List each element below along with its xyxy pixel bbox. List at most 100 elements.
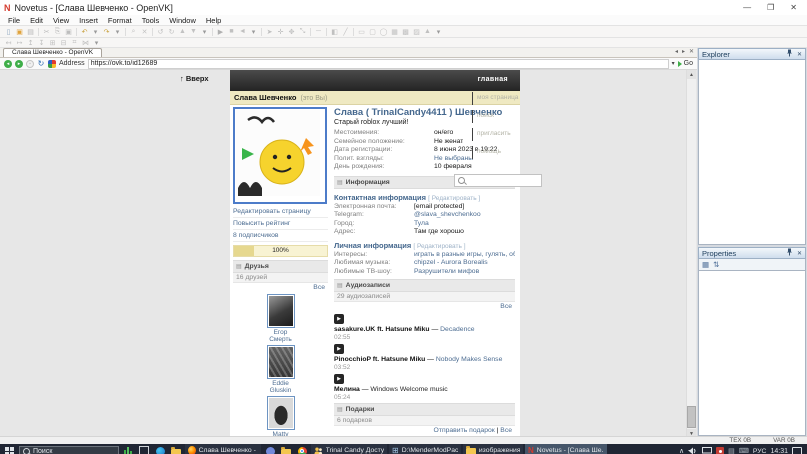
go-button[interactable]: Go [678,60,693,67]
toolbar-icon[interactable]: ⋈ [80,38,91,48]
menu-item[interactable]: Window [165,16,200,25]
toolbar-icon[interactable]: ✂ [41,27,52,37]
security-alert-icon[interactable] [716,447,724,454]
toolbar-icon[interactable]: ▤ [25,27,36,37]
folder-icon[interactable] [279,444,293,454]
side-nav-link[interactable]: поиск [472,110,518,123]
friend-name[interactable]: Eddie Gluskin [233,380,328,394]
audio-title[interactable]: sasakure.UK ft. Hatsune Miku — Decadence [334,326,515,333]
toolbar-icon[interactable]: ▦ [389,27,400,37]
audio-title[interactable]: Мелина — Windows Welcome music [334,386,515,393]
forward-icon[interactable]: ▸ [15,60,23,68]
toolbar-icon[interactable]: ✛ [275,27,286,37]
toolbar-icon[interactable] [261,28,262,36]
menu-item[interactable]: Format [104,16,136,25]
task-trinal-candy[interactable]: Trinal Candy Доступ... [311,444,387,454]
toolbar-icon[interactable]: ⤡ [297,27,308,37]
toolbar-icon[interactable]: ▼ [188,27,199,37]
page-scrollbar[interactable]: ▲ ▼ [686,70,696,436]
menu-item[interactable]: Edit [26,16,47,25]
profile-avatar[interactable] [233,107,327,204]
toolbar-icon[interactable]: ▾ [433,27,444,37]
discord-icon[interactable] [263,444,277,454]
home-icon[interactable] [48,60,56,68]
task-mendermodpack[interactable]: ⊞ D:\MenderModPack ... [389,444,461,454]
task-view-icon[interactable] [137,444,151,454]
audios-all-link[interactable]: Все [500,303,512,310]
toolbar-icon[interactable]: ◯ [378,27,389,37]
toolbar-icon[interactable]: ↶ [79,27,90,37]
page-search-box[interactable] [454,174,542,187]
tab-scroll-left-icon[interactable]: ◂ [675,48,678,55]
minimize-button[interactable]: — [743,3,751,12]
clock[interactable]: 14:31 [770,448,788,454]
toolbar-icon[interactable]: ▲ [177,27,188,37]
page-search-input[interactable] [465,175,541,186]
play-icon[interactable]: ▶ [334,314,344,324]
toolbar-icon[interactable]: ↦ [14,38,25,48]
toolbar-icon[interactable]: ↺ [155,27,166,37]
side-nav-link[interactable]: помощь [472,146,518,159]
pin-icon[interactable] [786,49,793,59]
audio-track-link[interactable]: Nobody Makes Sense [436,356,503,363]
menu-item[interactable]: File [4,16,24,25]
panel-close-icon[interactable]: ✕ [797,250,802,257]
close-button[interactable]: ✕ [790,3,797,12]
toolbar-icon[interactable]: ↥ [25,38,36,48]
start-button[interactable] [2,444,17,454]
tab-scroll-right-icon[interactable]: ▸ [682,48,685,55]
scrollbar-thumb[interactable] [687,406,696,428]
edit-page-link[interactable]: Редактировать страницу [233,206,328,218]
toolbar-icon[interactable]: ↷ [101,27,112,37]
explorer-content[interactable] [698,60,806,245]
toolbar-icon[interactable]: ▢ [367,27,378,37]
gifts-all-link[interactable]: Все [500,427,512,434]
friend-item[interactable]: Егор Смерть [233,294,328,343]
pin-icon[interactable] [786,248,793,258]
toolbar-icon[interactable] [152,28,153,36]
toolbar-icon[interactable]: ↧ [36,38,47,48]
tab-slava-shevchenko[interactable]: Слава Шевченко - OpenVK [3,48,102,57]
toolbar-icon[interactable]: ◧ [329,27,340,37]
notification-center-icon[interactable] [792,447,802,454]
menu-item[interactable]: Insert [75,16,102,25]
language-indicator[interactable]: РУС [753,448,767,454]
task-novetus[interactable]: N Novetus - [Слава Ше... [525,444,607,454]
toolbar-icon[interactable]: ▩ [400,27,411,37]
toolbar-icon[interactable]: ◄ [237,27,248,37]
toolbar-icon[interactable] [76,28,77,36]
toolbar-icon[interactable] [125,28,126,36]
tray-app-icon[interactable]: ▤ [728,447,735,454]
toolbar-icon[interactable]: ⌕ [128,27,139,37]
widgets-icon[interactable] [121,444,135,454]
audio-title[interactable]: PinocchioP ft. Hatsune Miku — Nobody Mak… [334,356,515,363]
menu-item[interactable]: Tools [138,16,164,25]
friends-all-link[interactable]: Все [313,284,325,291]
properties-content[interactable] [698,271,806,436]
toolbar-icon[interactable] [212,28,213,36]
refresh-icon[interactable]: ↻ [37,60,45,68]
panel-close-icon[interactable]: ✕ [797,51,802,58]
followers-link[interactable]: 8 подписчиков [233,230,328,242]
toolbar-icon[interactable]: ▶ [215,27,226,37]
toolbar-icon[interactable]: ▾ [112,27,123,37]
toolbar-icon[interactable] [326,28,327,36]
toolbar-icon[interactable]: ⊟ [58,38,69,48]
edge-icon[interactable] [153,444,167,454]
menu-item[interactable]: View [49,16,73,25]
address-dropdown-icon[interactable]: ▾ [672,60,675,67]
address-input[interactable] [88,59,669,69]
friend-photo[interactable] [267,345,295,379]
friend-photo[interactable] [267,396,295,430]
tray-expand-icon[interactable]: ∧ [679,447,684,454]
friend-name[interactable]: Егор Смерть [233,329,328,343]
toolbar-icon[interactable]: ➤ [264,27,275,37]
friend-item[interactable]: Matty Mello [233,396,328,436]
scroll-up-link[interactable]: ↑ Вверх [180,74,209,83]
raise-rating-link[interactable]: Повысить рейтинг [233,218,328,230]
keyboard-icon[interactable]: ⌨ [739,447,749,454]
chrome-icon[interactable] [295,444,309,454]
toolbar-icon[interactable]: ▾ [199,27,210,37]
toolbar-icon[interactable] [38,28,39,36]
categorized-icon[interactable]: ▦ [702,260,709,269]
